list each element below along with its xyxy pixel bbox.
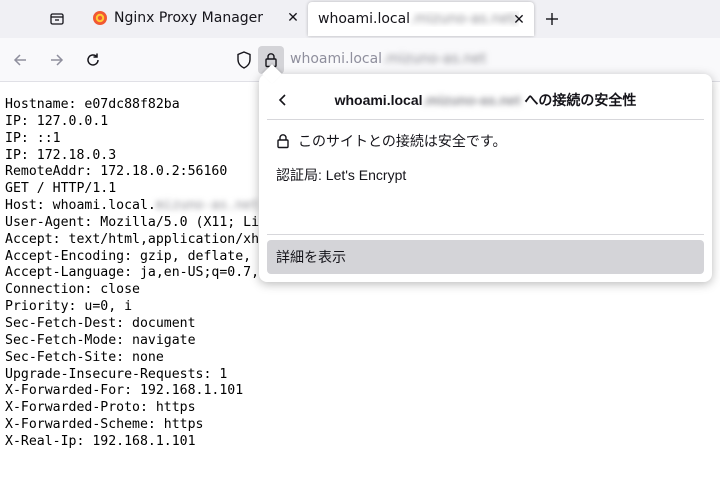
tracking-protection-shield-icon[interactable]: [234, 50, 254, 70]
whoami-response-body: Hostname: e07dc88f82ba IP: 127.0.0.1 IP: :…: [5, 97, 259, 451]
connection-secure-row: このサイトとの接続は安全です。: [275, 131, 506, 151]
tab-strip: Nginx Proxy Manager ✕ whoami.local.mizun…: [0, 0, 720, 38]
lock-icon: [275, 133, 291, 149]
reload-button[interactable]: [81, 48, 105, 72]
response-line: GET / HTTP/1.1: [5, 181, 117, 197]
new-tab-button[interactable]: [540, 7, 564, 31]
panel-header: whoami.local.mizuno-as.net への接続の安全性: [259, 82, 712, 120]
response-line: Hostname: e07dc88f82ba: [5, 97, 180, 112]
forward-button[interactable]: [45, 48, 69, 72]
certificate-issuer: 認証局: Let's Encrypt: [276, 167, 407, 183]
response-line: Sec-Fetch-Site: none: [5, 349, 164, 365]
response-line: Upgrade-Insecure-Requests: 1: [5, 366, 228, 382]
response-line: Connection: close: [5, 282, 140, 298]
response-line: X-Real-Ip: 192.168.1.101: [5, 433, 196, 449]
tab-list-icon: [50, 13, 64, 25]
arrow-left-icon: [13, 54, 26, 66]
response-line: X-Forwarded-Scheme: https: [5, 417, 204, 433]
panel-title: whoami.local.mizuno-as.net への接続の安全性: [334, 92, 637, 108]
response-line: IP: 172.18.0.3: [5, 147, 117, 163]
more-information-button[interactable]: 詳細を表示: [267, 240, 704, 274]
blurred-domain: .mizuno-as.net: [382, 51, 487, 67]
url-bar[interactable]: whoami.local.mizuno-as.net: [228, 44, 720, 76]
close-tab-icon[interactable]: ✕: [284, 9, 302, 27]
response-line: Accept: text/html,application/xh: [5, 231, 260, 247]
response-line: User-Agent: Mozilla/5.0 (X11; Li: [5, 214, 260, 230]
tab-whoami[interactable]: whoami.local.mizuno-as.net/ ✕: [308, 2, 534, 36]
response-line: Sec-Fetch-Dest: document: [5, 315, 196, 331]
response-line: RemoteAddr: 172.18.0.2:56160: [5, 164, 228, 180]
list-all-tabs-button[interactable]: [44, 7, 70, 31]
response-line: X-Forwarded-Proto: https: [5, 400, 196, 416]
panel-back-button[interactable]: [271, 88, 295, 112]
response-line: Sec-Fetch-Mode: navigate: [5, 332, 196, 348]
response-line: Accept-Language: ja,en-US;q=0.7,: [5, 265, 260, 281]
close-tab-icon[interactable]: ✕: [510, 11, 528, 29]
reload-icon: [87, 53, 99, 66]
divider: [267, 119, 704, 120]
response-line: IP: 127.0.0.1: [5, 113, 109, 129]
plus-icon: [546, 13, 558, 25]
blurred-domain: mizuno-as.net: [155, 198, 260, 214]
response-line: Accept-Encoding: gzip, deflate,: [5, 248, 252, 264]
connection-secure-text: このサイトとの接続は安全です。: [298, 133, 507, 149]
back-button[interactable]: [8, 48, 32, 72]
arrow-right-icon: [51, 54, 64, 66]
chevron-left-icon: [278, 94, 286, 106]
response-line: X-Forwarded-For: 192.168.1.101: [5, 383, 244, 399]
response-line: IP: ::1: [5, 130, 61, 146]
site-security-panel: whoami.local.mizuno-as.net への接続の安全性 このサイ…: [259, 64, 712, 282]
divider: [267, 234, 704, 235]
tab-title: whoami.local.mizuno-as.net/: [318, 11, 520, 27]
tab-nginx-proxy-manager[interactable]: Nginx Proxy Manager ✕: [82, 0, 308, 36]
nginx-proxy-manager-icon: [92, 10, 108, 26]
blurred-domain: .mizuno-as.net/: [410, 11, 520, 27]
url-text[interactable]: whoami.local.mizuno-as.net: [290, 51, 486, 67]
response-line: Priority: u=0, i: [5, 299, 133, 315]
tab-title: Nginx Proxy Manager: [114, 10, 264, 26]
blurred-domain: .mizuno-as.net: [422, 92, 521, 108]
response-line: Host: whoami.local.mizuno-as.net: [5, 198, 260, 214]
